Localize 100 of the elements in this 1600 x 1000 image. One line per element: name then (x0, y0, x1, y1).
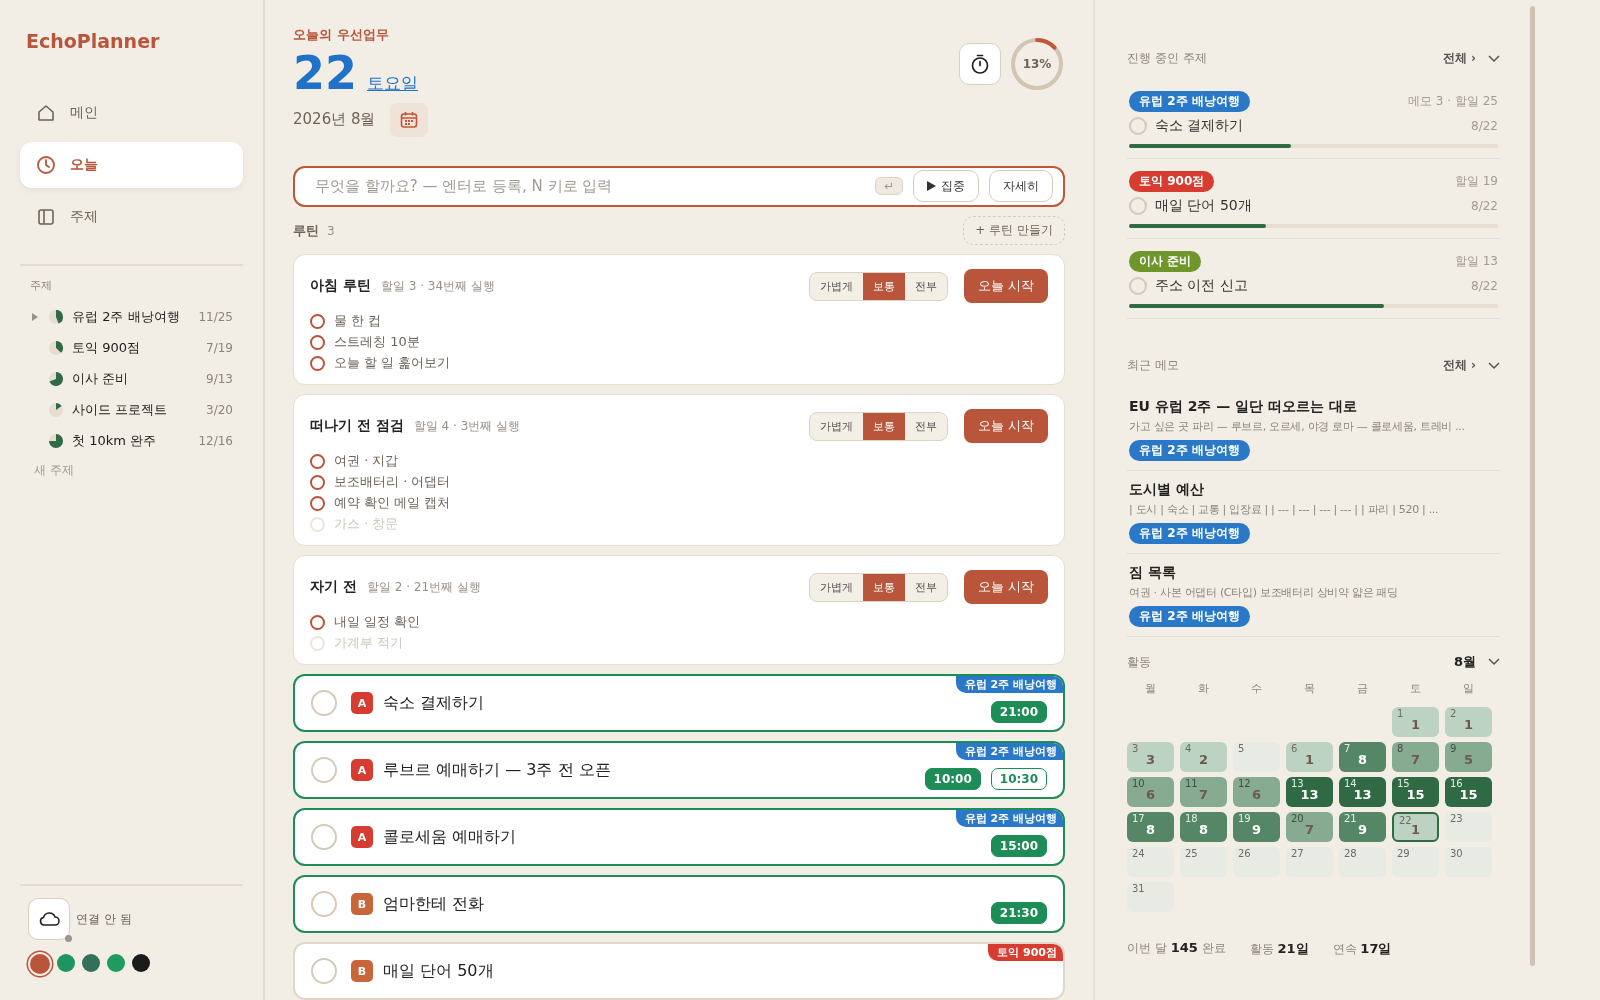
mode-option[interactable]: 가볍게 (809, 573, 863, 601)
mode-option[interactable]: 가볍게 (809, 412, 863, 440)
checkbox[interactable] (1129, 117, 1147, 135)
chevron-down-icon[interactable] (1488, 54, 1500, 63)
theme-swatch[interactable] (107, 954, 125, 972)
calendar-day[interactable]: 23 (1445, 812, 1492, 842)
topic-tag[interactable]: 유럽 2주 배낭여행 (1129, 606, 1250, 627)
topic-item[interactable]: 첫 10km 완주 12/16 (20, 425, 243, 456)
calendar-day[interactable]: 1 1 (1392, 707, 1439, 737)
calendar-day[interactable]: 19 9 (1233, 812, 1280, 842)
checkbox[interactable] (311, 891, 337, 917)
checkbox[interactable] (1129, 277, 1147, 295)
checkbox[interactable] (310, 355, 325, 371)
checkbox[interactable] (1129, 197, 1147, 215)
topic-item[interactable]: 유럽 2주 배낭여행 11/25 (20, 301, 243, 332)
nav-item[interactable]: 오늘 (20, 142, 243, 188)
calendar-day[interactable]: 3 3 (1127, 742, 1174, 772)
start-today-button[interactable]: 오늘 시작 (963, 269, 1048, 303)
sync-button[interactable] (28, 898, 70, 940)
nav-item[interactable]: 메인 (20, 90, 243, 136)
topic-tag[interactable]: 토익 900점 (1129, 171, 1215, 192)
mode-option[interactable]: 보통 (862, 272, 905, 300)
calendar-day[interactable]: 30 (1445, 847, 1492, 877)
calendar-day[interactable]: 21 9 (1339, 812, 1386, 842)
theme-swatch[interactable] (82, 954, 100, 972)
memo-title[interactable]: EU 유럽 2주 — 일단 떠오르는 대로 (1129, 398, 1357, 416)
weekday-link[interactable]: 토요일 (367, 72, 418, 95)
chevron-down-icon[interactable] (1488, 658, 1500, 666)
checkbox[interactable] (311, 824, 337, 850)
task-card[interactable]: B 매일 단어 50개 토익 900점 (293, 942, 1065, 1000)
checkbox[interactable] (310, 474, 325, 490)
theme-swatch[interactable] (30, 954, 50, 974)
task-card[interactable]: A 숙소 결제하기 21:00 유럽 2주 배낭여행 (293, 674, 1065, 732)
calendar-day[interactable]: 10 6 (1127, 777, 1174, 807)
checkbox[interactable] (311, 958, 337, 984)
task-card[interactable]: A 콜로세움 예매하기 15:00 유럽 2주 배낭여행 (293, 808, 1065, 866)
mode-option[interactable]: 보통 (862, 573, 905, 601)
calendar-day[interactable]: 9 5 (1445, 742, 1492, 772)
calendar-day[interactable]: 24 (1127, 847, 1174, 877)
calendar-day[interactable]: 8 7 (1392, 742, 1439, 772)
topic-item[interactable]: 사이드 프로젝트 3/20 (20, 394, 243, 425)
focus-button[interactable]: 집중 (913, 170, 979, 203)
topic-tag[interactable]: 유럽 2주 배낭여행 (1129, 91, 1250, 112)
mode-option[interactable]: 전부 (904, 272, 947, 300)
topic-tag[interactable]: 유럽 2주 배낭여행 (1129, 523, 1250, 544)
chevron-down-icon[interactable] (1488, 361, 1500, 370)
mode-option[interactable]: 전부 (904, 412, 947, 440)
details-button[interactable]: 자세히 (989, 170, 1053, 203)
new-topic-button[interactable]: 새 주제 (20, 456, 88, 485)
nav-item[interactable]: 주제 (20, 194, 243, 240)
checkbox[interactable] (310, 334, 325, 350)
calendar-day[interactable]: 4 2 (1180, 742, 1227, 772)
checkbox[interactable] (311, 757, 337, 783)
calendar-day[interactable]: 11 7 (1180, 777, 1227, 807)
quick-add-field[interactable]: 무엇을 할까요? — 엔터로 등록, N 키로 입력 ↵ 집중 자세히 (293, 165, 1065, 207)
memo-title[interactable]: 도시별 예산 (1129, 481, 1204, 499)
calendar-button[interactable] (389, 102, 428, 137)
calendar-day[interactable]: 28 (1339, 847, 1386, 877)
calendar-day[interactable]: 14 13 (1339, 777, 1386, 807)
topic-tag[interactable]: 이사 준비 (1129, 251, 1202, 272)
calendar-day[interactable]: 29 (1392, 847, 1439, 877)
checkbox[interactable] (310, 614, 325, 630)
calendar-day[interactable]: 17 8 (1127, 812, 1174, 842)
checkbox[interactable] (310, 495, 325, 511)
calendar-day[interactable]: 25 (1180, 847, 1227, 877)
calendar-day[interactable]: 31 (1127, 882, 1174, 912)
calendar-day[interactable]: 15 15 (1392, 777, 1439, 807)
calendar-day[interactable]: 26 (1233, 847, 1280, 877)
memo-title[interactable]: 짐 목록 (1129, 564, 1176, 582)
calendar-day[interactable]: 6 1 (1286, 742, 1333, 772)
create-routine-button[interactable]: + 루틴 만들기 (963, 216, 1065, 245)
view-all-link[interactable]: 전체 › (1442, 357, 1476, 374)
task-card[interactable]: B 엄마한테 전화 21:30 (293, 875, 1065, 933)
topic-item[interactable]: 이사 준비 9/13 (20, 363, 243, 394)
topic-tag[interactable]: 유럽 2주 배낭여행 (1129, 440, 1250, 461)
calendar-day[interactable]: 27 (1286, 847, 1333, 877)
checkbox[interactable] (311, 690, 337, 716)
mode-option[interactable]: 가볍게 (809, 272, 863, 300)
checkbox[interactable] (310, 453, 325, 469)
theme-swatch[interactable] (57, 954, 75, 972)
month-selector[interactable]: 8월 (1453, 653, 1476, 671)
calendar-day[interactable]: 13 13 (1286, 777, 1333, 807)
timer-button[interactable] (959, 43, 1001, 85)
calendar-day[interactable]: 2 1 (1445, 707, 1492, 737)
mode-option[interactable]: 보통 (862, 412, 905, 440)
calendar-day[interactable]: 12 6 (1233, 777, 1280, 807)
calendar-day[interactable]: 7 8 (1339, 742, 1386, 772)
view-all-link[interactable]: 전체 › (1442, 50, 1476, 67)
calendar-day[interactable]: 18 8 (1180, 812, 1227, 842)
task-card[interactable]: A 루브르 예매하기 — 3주 전 오픈 10:00 10:30 유럽 2주 배낭여행 (293, 741, 1065, 799)
calendar-day[interactable]: 5 (1233, 742, 1280, 772)
calendar-day[interactable]: 16 15 (1445, 777, 1492, 807)
start-today-button[interactable]: 오늘 시작 (963, 570, 1048, 604)
checkbox[interactable] (310, 313, 325, 329)
mode-option[interactable]: 전부 (904, 573, 947, 601)
topic-item[interactable]: 토익 900점 7/19 (20, 332, 243, 363)
topic-name: 토익 900점 (72, 338, 140, 357)
theme-swatch[interactable] (132, 954, 150, 972)
calendar-day[interactable]: 20 7 (1286, 812, 1333, 842)
start-today-button[interactable]: 오늘 시작 (963, 409, 1048, 443)
